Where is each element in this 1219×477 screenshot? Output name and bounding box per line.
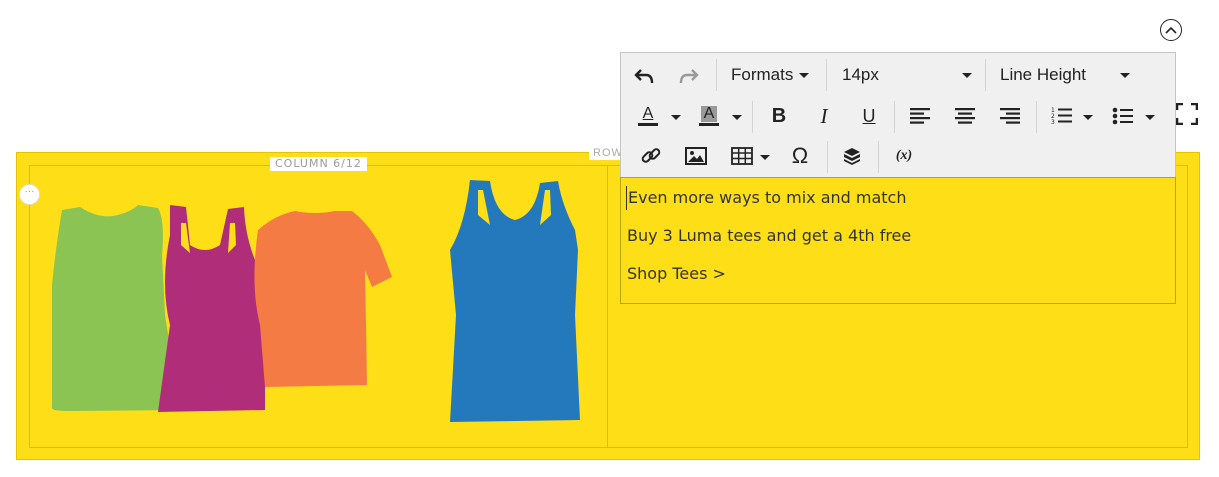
image-icon	[685, 147, 707, 165]
font-color-caret[interactable]	[671, 115, 681, 120]
wysiwyg-toolbar: Formats 14px Line Height A A B I U 123 Ω…	[620, 52, 1176, 178]
align-right-button[interactable]	[997, 103, 1023, 129]
svg-text:3: 3	[1051, 119, 1055, 126]
numbered-list-button[interactable]: 123	[1049, 103, 1075, 129]
bullet-list-button[interactable]	[1110, 103, 1136, 129]
font-color-button[interactable]: A	[635, 103, 661, 129]
highlight-icon: A	[700, 106, 718, 122]
font-color-icon: A	[642, 105, 654, 122]
fullscreen-icon	[1175, 102, 1199, 126]
special-character-icon: Ω	[791, 143, 809, 168]
widget-icon	[844, 148, 860, 165]
bullet-list-caret[interactable]	[1145, 115, 1155, 120]
bold-button[interactable]: B	[766, 103, 792, 129]
collapse-button[interactable]	[1160, 19, 1182, 41]
undo-icon	[634, 69, 654, 84]
editor-paragraph-2[interactable]: Buy 3 Luma tees and get a 4th free	[627, 224, 1169, 248]
undo-button[interactable]	[631, 63, 657, 89]
italic-icon: I	[820, 103, 828, 128]
orange-tee-shape	[254, 211, 392, 387]
numbered-list-caret[interactable]	[1083, 115, 1093, 120]
blue-tank-shape	[450, 180, 580, 422]
insert-variable-button[interactable]: (x)	[891, 143, 917, 169]
numbered-list-icon: 123	[1051, 107, 1072, 126]
variable-icon: (x)	[895, 148, 913, 163]
formats-dropdown[interactable]: Formats	[731, 65, 810, 85]
bullet-list-icon	[1112, 107, 1133, 125]
text-editor-area[interactable]: Even more ways to mix and match Buy 3 Lu…	[620, 177, 1176, 304]
green-tank-shape	[51, 205, 180, 411]
insert-table-button[interactable]	[729, 143, 755, 169]
column-label: COLUMN 6/12	[270, 157, 367, 171]
insert-image-button[interactable]	[683, 143, 709, 169]
align-left-button[interactable]	[907, 103, 933, 129]
chevron-up-icon	[1165, 26, 1177, 34]
table-icon	[731, 147, 753, 165]
italic-button[interactable]: I	[811, 103, 837, 129]
highlight-button[interactable]: A	[696, 103, 722, 129]
redo-button[interactable]	[676, 63, 702, 89]
underline-icon: U	[862, 105, 876, 126]
align-center-button[interactable]	[952, 103, 978, 129]
column-options-button[interactable]: ···	[19, 184, 40, 205]
fullscreen-button[interactable]	[1175, 102, 1199, 126]
magenta-tank-shape	[158, 205, 265, 412]
highlight-caret[interactable]	[732, 115, 742, 120]
insert-link-button[interactable]	[638, 143, 664, 169]
shirts-image[interactable]	[40, 175, 600, 435]
underline-button[interactable]: U	[856, 103, 882, 129]
insert-widget-button[interactable]	[839, 143, 865, 169]
editor-paragraph-1[interactable]: Even more ways to mix and match	[626, 186, 1169, 210]
special-character-button[interactable]: Ω	[787, 143, 813, 169]
align-center-icon	[955, 108, 975, 124]
font-size-dropdown[interactable]: 14px	[842, 65, 972, 85]
align-left-icon	[910, 108, 930, 124]
align-right-icon	[1000, 108, 1020, 124]
table-caret[interactable]	[760, 155, 770, 160]
bold-icon: B	[771, 104, 787, 127]
redo-icon	[679, 69, 699, 84]
editor-paragraph-3[interactable]: Shop Tees >	[627, 262, 1169, 286]
line-height-dropdown[interactable]: Line Height	[1000, 65, 1130, 85]
link-icon	[641, 148, 661, 163]
